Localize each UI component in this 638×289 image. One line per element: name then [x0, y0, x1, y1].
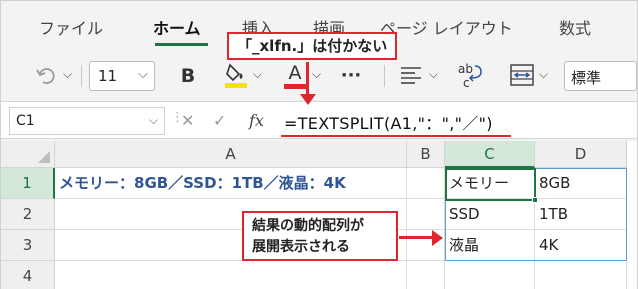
cell-c3[interactable]: 液晶	[445, 230, 535, 261]
cell-b2[interactable]	[407, 199, 445, 230]
fill-color-dropdown-chevron-icon[interactable]: ⌵	[253, 67, 262, 82]
align-dropdown-chevron-icon[interactable]: ⌵	[429, 67, 438, 82]
cell-d2[interactable]: 1TB	[535, 199, 627, 230]
cell-d1[interactable]: 8GB	[535, 168, 627, 199]
paint-bucket-icon	[225, 63, 247, 88]
fill-handle[interactable]	[532, 197, 538, 203]
formula-bar: C1 ⌵ ⋮ ✕ ✓ fx =TEXTSPLIT(A1,"：","／")	[1, 101, 637, 139]
callout-arrow-line	[306, 62, 309, 96]
callout-line-1: 結果の動的配列が	[252, 218, 364, 234]
select-all-corner[interactable]	[1, 141, 55, 168]
number-format-value: 標準	[571, 69, 602, 87]
tab-file[interactable]: ファイル	[39, 15, 103, 39]
cancel-icon[interactable]: ✕	[181, 111, 194, 130]
formula-input[interactable]: =TEXTSPLIT(A1,"：","／")	[284, 110, 493, 134]
active-tab-indicator	[155, 43, 208, 46]
font-color-dropdown-chevron-icon[interactable]: ⌵	[312, 67, 321, 82]
more-options-button[interactable]: ···	[337, 63, 365, 87]
cell-b1[interactable]	[407, 168, 445, 199]
undo-dropdown-chevron-icon[interactable]: ⌵	[63, 67, 72, 82]
font-color-letter: A	[288, 61, 302, 84]
chevron-down-icon: ⌵	[148, 113, 158, 127]
enter-icon[interactable]: ✓	[213, 111, 226, 130]
row-header-3[interactable]: 3	[1, 230, 55, 261]
chevron-down-icon: ⌵	[138, 67, 148, 82]
undo-button[interactable]	[31, 61, 61, 91]
font-size-value: 11	[98, 67, 118, 85]
callout-no-xlfn: 「_xlfn.」は付かない	[227, 32, 398, 60]
column-header-c[interactable]: C	[445, 141, 535, 168]
cell-d4[interactable]	[535, 261, 627, 289]
name-box[interactable]: C1 ⌵	[9, 107, 165, 135]
align-button[interactable]	[399, 63, 423, 87]
fill-color-button[interactable]	[223, 59, 249, 91]
cell-a1[interactable]: メモリー：8GB／SSD：1TB／液晶：4K	[55, 168, 407, 199]
font-size-select[interactable]: 11 ⌵	[89, 61, 155, 91]
cell-b4[interactable]	[407, 261, 445, 289]
cell-c4[interactable]	[445, 261, 535, 289]
merge-center-icon	[510, 64, 534, 86]
arrow-right-icon	[432, 230, 443, 246]
svg-text:c: c	[463, 76, 470, 90]
column-header-d[interactable]: D	[535, 141, 627, 168]
wrap-text-icon: abc	[458, 62, 482, 90]
tab-formulas[interactable]: 数式	[559, 15, 591, 39]
column-header-a[interactable]: A	[55, 141, 407, 168]
tab-page-layout[interactable]: ページ レイアウト	[380, 15, 513, 39]
formula-highlight-underline	[281, 135, 511, 137]
toolbar-divider	[81, 65, 82, 87]
column-header-b[interactable]: B	[407, 141, 445, 168]
wrap-text-button[interactable]: ab c	[456, 59, 484, 91]
font-color-swatch	[284, 83, 306, 89]
callout-line-2: 展開表示される	[252, 239, 350, 255]
insert-function-icon[interactable]: fx	[249, 111, 264, 130]
align-left-icon	[401, 67, 421, 84]
number-format-select[interactable]: 標準	[564, 61, 637, 91]
callout-arrow-line	[399, 236, 433, 239]
merge-dropdown-chevron-icon[interactable]: ⌵	[539, 67, 548, 82]
arrow-down-icon	[300, 94, 316, 105]
undo-icon	[36, 68, 55, 84]
merge-cells-button[interactable]	[509, 61, 535, 89]
font-color-button[interactable]: A	[283, 59, 307, 91]
select-all-triangle-icon	[38, 151, 50, 163]
row-header-1[interactable]: 1	[1, 168, 55, 199]
callout-dynamic-array: 結果の動的配列が 展開表示される	[242, 211, 398, 261]
bold-button[interactable]: B	[175, 61, 201, 91]
cell-c2[interactable]: SSD	[445, 199, 535, 230]
cell-d3[interactable]: 4K	[535, 230, 627, 261]
cell-a4[interactable]	[55, 261, 407, 289]
excel-window: ファイル ホーム 挿入 描画 ページ レイアウト 数式 ⌵ 11 ⌵ B ⌵ A…	[0, 0, 638, 289]
row-header-4[interactable]: 4	[1, 261, 55, 289]
active-cell-border	[445, 168, 536, 201]
toolbar-divider	[384, 65, 385, 87]
tab-home[interactable]: ホーム	[153, 15, 201, 39]
name-box-value: C1	[16, 113, 35, 129]
row-header-2[interactable]: 2	[1, 199, 55, 230]
svg-text:ab: ab	[458, 62, 473, 76]
